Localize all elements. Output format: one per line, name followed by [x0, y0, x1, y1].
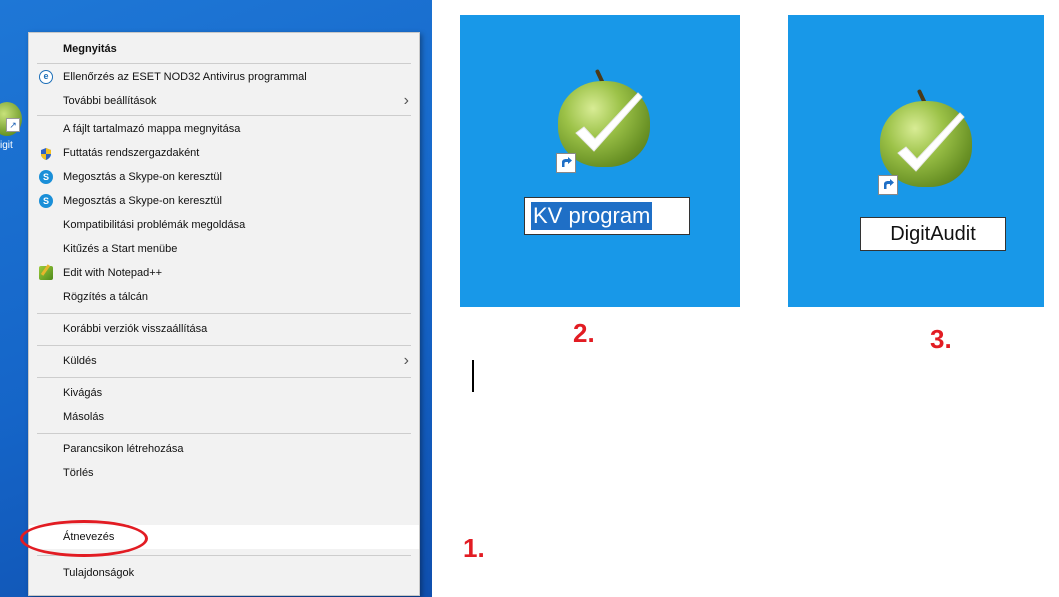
menu-separator — [37, 63, 411, 64]
step-label-2: 2. — [573, 318, 595, 348]
menu-item-notepad-plus-plus[interactable]: Edit with Notepad++ — [29, 261, 419, 285]
chevron-right-icon: › — [403, 352, 409, 369]
skype-icon: S — [39, 170, 53, 184]
menu-separator — [37, 433, 411, 434]
checkmark-icon — [897, 112, 965, 172]
menu-separator — [37, 377, 411, 378]
menu-item-create-shortcut[interactable]: Parancsikon létrehozása — [29, 437, 419, 461]
chevron-right-icon: › — [403, 92, 409, 109]
text-caret — [472, 360, 474, 392]
menu-separator — [37, 345, 411, 346]
desktop-icon-label: igit — [0, 140, 13, 151]
menu-item-open[interactable]: Megnyitás — [29, 37, 419, 61]
menu-item-pin-start[interactable]: Kitűzés a Start menübe — [29, 237, 419, 261]
step-label-1: 1. — [463, 533, 485, 563]
menu-item-pin-taskbar[interactable]: Rögzítés a tálcán — [29, 285, 419, 309]
checkmark-icon — [575, 92, 643, 152]
rename-highlight-ellipse — [20, 520, 148, 557]
desktop-panel-3: DigitAudit — [788, 15, 1044, 307]
menu-item-copy[interactable]: Másolás — [29, 405, 419, 429]
desktop-panel-1: ↗ igit Megnyitás e Ellenőrzés az ESET NO… — [0, 0, 432, 597]
menu-item-skype-share-2[interactable]: S Megosztás a Skype-on keresztül — [29, 189, 419, 213]
step-label-3: 3. — [930, 324, 952, 354]
eset-icon: e — [39, 70, 53, 84]
desktop-panel-2: KV program — [460, 15, 740, 307]
menu-item-restore-versions[interactable]: Korábbi verziók visszaállítása — [29, 317, 419, 341]
context-menu: Megnyitás e Ellenőrzés az ESET NOD32 Ant… — [28, 32, 420, 596]
digitaudit-icon[interactable] — [880, 88, 972, 187]
uac-shield-icon — [39, 146, 53, 160]
shortcut-arrow-icon — [556, 153, 576, 173]
menu-separator — [37, 115, 411, 116]
icon-name-label: DigitAudit — [860, 217, 1006, 251]
menu-item-send-to[interactable]: Küldés › — [29, 349, 419, 373]
menu-item-delete[interactable]: Törlés — [29, 461, 419, 485]
desktop-icon-partial[interactable]: ↗ igit — [0, 100, 30, 170]
notepad-plus-plus-icon — [39, 266, 53, 280]
menu-item-eset-scan[interactable]: e Ellenőrzés az ESET NOD32 Antivirus pro… — [29, 65, 419, 89]
rename-textbox[interactable]: KV program — [524, 197, 690, 235]
menu-item-more-options[interactable]: További beállítások › — [29, 89, 419, 113]
menu-item-run-as-admin[interactable]: Futtatás rendszergazdaként — [29, 141, 419, 165]
menu-separator — [37, 313, 411, 314]
menu-item-cut[interactable]: Kivágás — [29, 381, 419, 405]
menu-item-compatibility[interactable]: Kompatibilitási problémák megoldása — [29, 213, 419, 237]
skype-icon: S — [39, 194, 53, 208]
selected-name-text: KV program — [531, 202, 653, 230]
menu-item-open-folder[interactable]: A fájlt tartalmazó mappa megnyitása — [29, 117, 419, 141]
menu-item-properties[interactable]: Tulajdonságok — [29, 561, 419, 585]
shortcut-arrow-icon: ↗ — [6, 118, 20, 132]
shortcut-arrow-icon — [878, 175, 898, 195]
menu-item-skype-share-1[interactable]: S Megosztás a Skype-on keresztül — [29, 165, 419, 189]
